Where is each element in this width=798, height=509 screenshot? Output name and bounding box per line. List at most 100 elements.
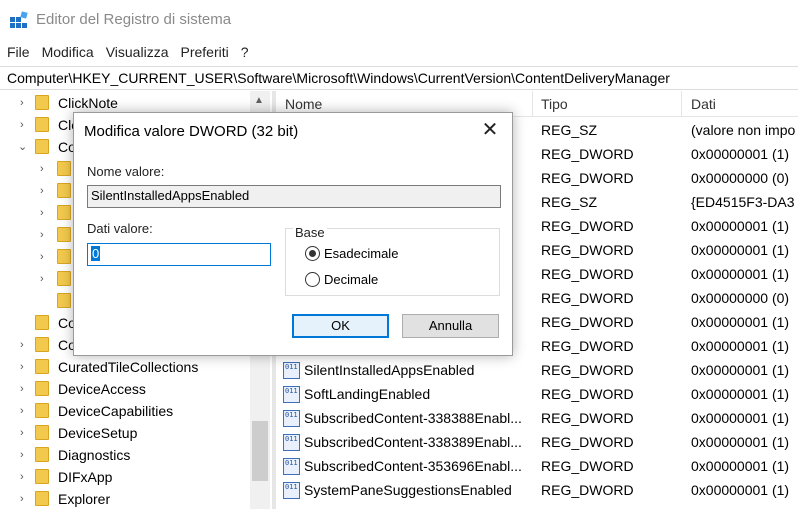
value-type: REG_DWORD (541, 146, 634, 162)
chevron-right-icon[interactable]: › (20, 450, 30, 461)
value-row[interactable]: 011 110SilentInstalledAppsEnabled REG_DWO… (276, 359, 798, 383)
column-divider[interactable] (532, 91, 533, 117)
value-type: REG_DWORD (541, 290, 634, 306)
folder-icon (57, 271, 71, 286)
tree-item[interactable]: › Diagnostics (0, 444, 250, 466)
tree-item-label: DIFxApp (58, 469, 113, 485)
folder-icon (35, 315, 49, 330)
radio-hex-label: Esadecimale (324, 246, 399, 261)
chevron-right-icon[interactable]: › (20, 98, 30, 109)
tree-item-label: DeviceAccess (58, 381, 146, 397)
value-type: REG_DWORD (541, 338, 634, 354)
chevron-right-icon[interactable]: › (40, 274, 50, 285)
tree-item[interactable]: › DeviceCapabilities (0, 400, 250, 422)
radio-hex[interactable]: Esadecimale (305, 246, 398, 261)
tree-item-label: DeviceCapabilities (58, 403, 174, 419)
tree-item[interactable]: › DeviceAccess (0, 378, 250, 400)
value-data: {ED4515F3-DA3 (691, 194, 795, 210)
value-type: REG_DWORD (541, 482, 634, 498)
folder-icon (57, 249, 71, 264)
value-type: REG_DWORD (541, 242, 634, 258)
close-icon[interactable]: ✕ (478, 119, 502, 143)
value-data: 0x00000001 (1) (691, 314, 790, 330)
tree-item[interactable]: › Explorer (0, 488, 250, 509)
tree-item-label: Diagnostics (58, 447, 131, 463)
value-type: REG_DWORD (541, 434, 634, 450)
chevron-down-icon[interactable]: ⌄ (18, 142, 28, 153)
radio-dec[interactable]: Decimale (305, 272, 378, 287)
chevron-right-icon[interactable]: › (40, 208, 50, 219)
chevron-right-icon[interactable]: › (20, 340, 30, 351)
value-data: 0x00000001 (1) (691, 218, 790, 234)
column-divider[interactable] (681, 91, 682, 117)
scroll-thumb[interactable] (252, 421, 268, 481)
value-data: 0x00000001 (1) (691, 482, 790, 498)
radio-empty-icon[interactable] (305, 272, 320, 287)
tree-item[interactable]: › DeviceSetup (0, 422, 250, 444)
window-title: Editor del Registro di sistema (36, 11, 232, 28)
chevron-right-icon[interactable]: › (20, 362, 30, 373)
value-type: REG_SZ (541, 122, 598, 138)
menu-help[interactable]: ? (235, 44, 255, 60)
folder-icon (35, 425, 49, 440)
chevron-right-icon[interactable]: › (40, 230, 50, 241)
tree-item-label: DeviceSetup (58, 425, 138, 441)
chevron-right-icon[interactable]: › (20, 384, 30, 395)
menu-edit[interactable]: Modifica (36, 44, 100, 60)
value-data: (valore non impo (691, 122, 796, 138)
value-row[interactable]: 011 110SoftLandingEnabled REG_DWORD 0x0000… (276, 383, 798, 407)
menu-view[interactable]: Visualizza (100, 44, 175, 60)
base-groupbox: Base Esadecimale Decimale (285, 225, 500, 296)
regedit-icon (10, 11, 28, 28)
chevron-right-icon[interactable]: › (20, 428, 30, 439)
tree-item[interactable]: › DIFxApp (0, 466, 250, 488)
value-row[interactable]: 011 110SubscribedContent-338388Enabl... R… (276, 407, 798, 431)
cancel-button[interactable]: Annulla (402, 314, 499, 338)
value-type: REG_DWORD (541, 458, 634, 474)
ok-button[interactable]: OK (292, 314, 389, 338)
tree-item-label: Explorer (58, 491, 111, 507)
value-data: 0x00000001 (1) (691, 458, 790, 474)
value-name-field: SilentInstalledAppsEnabled (87, 185, 501, 208)
dword-value-icon: 011 110 (283, 482, 300, 499)
tree-item[interactable]: › CuratedTileCollections (0, 356, 250, 378)
chevron-right-icon[interactable]: › (40, 164, 50, 175)
value-type: REG_DWORD (541, 266, 634, 282)
menu-file[interactable]: File (0, 44, 36, 60)
folder-icon (57, 183, 71, 198)
value-data: 0x00000001 (1) (691, 338, 790, 354)
chevron-right-icon[interactable]: › (20, 406, 30, 417)
value-data-input[interactable]: 0 (87, 243, 271, 266)
column-name[interactable]: Nome (285, 96, 322, 112)
dword-value-icon: 011 110 (283, 458, 300, 475)
chevron-right-icon[interactable]: › (20, 472, 30, 483)
value-data: 0x00000001 (1) (691, 410, 790, 426)
value-type: REG_DWORD (541, 314, 634, 330)
column-data[interactable]: Dati (691, 96, 716, 112)
value-type: REG_SZ (541, 194, 598, 210)
chevron-right-icon[interactable]: › (20, 120, 30, 131)
folder-icon (57, 227, 71, 242)
value-row[interactable]: 011 110SubscribedContent-338389Enabl... R… (276, 431, 798, 455)
chevron-right-icon[interactable]: › (40, 186, 50, 197)
scroll-up-icon[interactable]: ▲ (254, 95, 264, 106)
chevron-right-icon[interactable]: › (40, 252, 50, 263)
tree-item[interactable]: › ClickNote (0, 92, 250, 114)
value-name: SoftLandingEnabled (304, 386, 431, 402)
radio-selected-icon[interactable] (305, 246, 320, 261)
folder-icon (35, 337, 49, 352)
value-data: 0x00000001 (1) (691, 266, 790, 282)
value-type: REG_DWORD (541, 170, 634, 186)
chevron-right-icon[interactable]: › (20, 494, 30, 505)
address-bar[interactable]: Computer\HKEY_CURRENT_USER\Software\Micr… (0, 66, 798, 90)
column-type[interactable]: Tipo (541, 96, 568, 112)
value-name: SilentInstalledAppsEnabled (304, 362, 475, 378)
base-label: Base (293, 225, 327, 240)
edit-dword-dialog: Modifica valore DWORD (32 bit) ✕ Nome va… (73, 112, 513, 356)
value-row[interactable]: 011 110SubscribedContent-353696Enabl... R… (276, 455, 798, 479)
folder-icon (35, 139, 49, 154)
menu-favorites[interactable]: Preferiti (174, 44, 234, 60)
value-row[interactable]: 011 110SystemPaneSuggestionsEnabled REG_D… (276, 479, 798, 503)
value-name-label: Nome valore: (87, 164, 165, 179)
value-data: 0x00000001 (1) (691, 434, 790, 450)
